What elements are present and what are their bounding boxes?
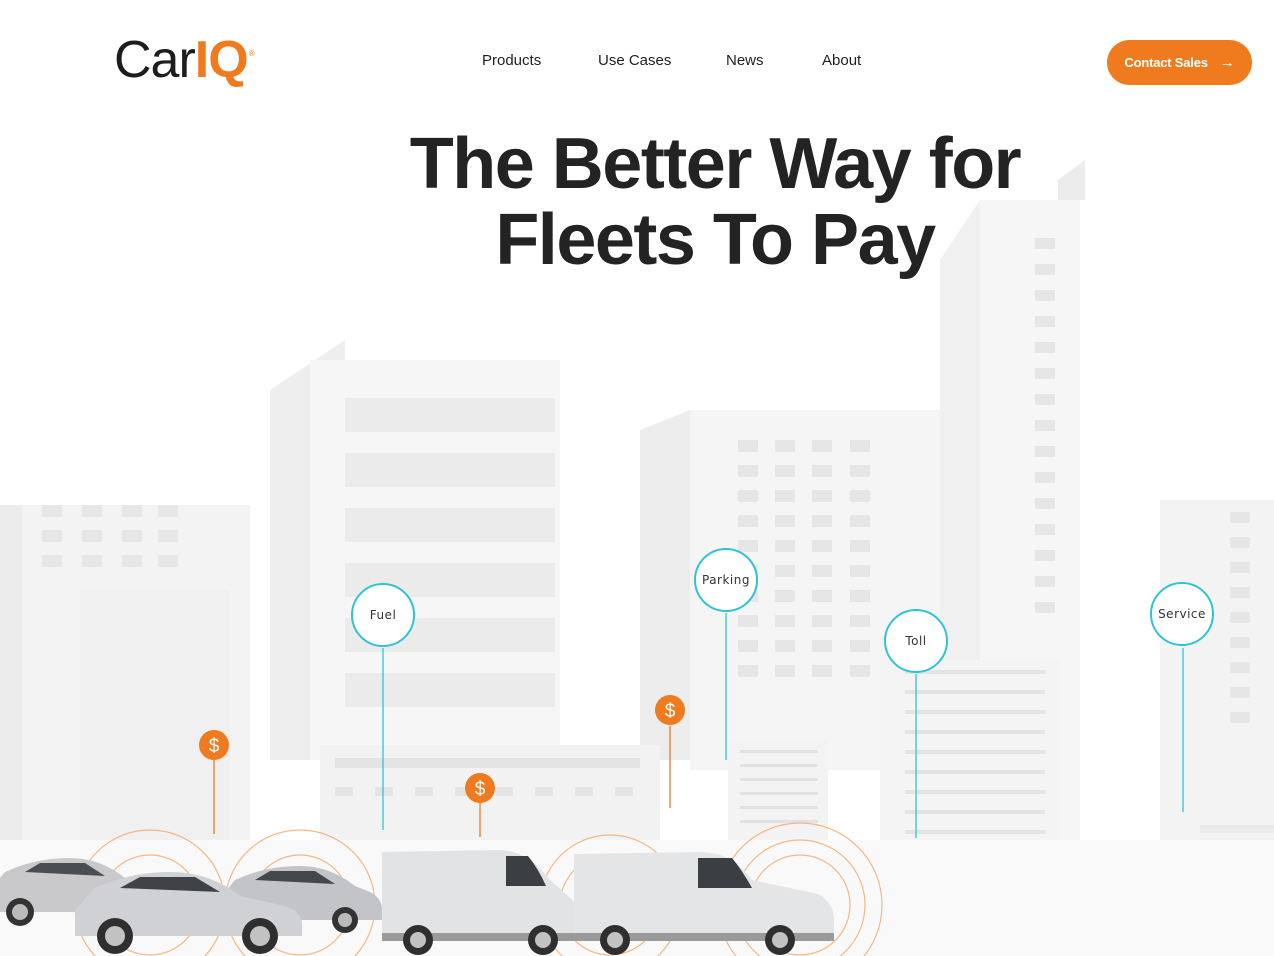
dollar-icon: $ bbox=[199, 730, 229, 760]
svg-text:$: $ bbox=[475, 779, 486, 800]
hero-title: The Better Way for Fleets To Pay bbox=[330, 126, 1100, 278]
nav-products[interactable]: Products bbox=[482, 52, 541, 69]
hero-title-line2: Fleets To Pay bbox=[495, 200, 936, 280]
bubble-label-parking: Parking bbox=[702, 573, 750, 587]
dollar-icon: $ bbox=[655, 695, 685, 725]
contact-sales-button[interactable]: Contact Sales → bbox=[1107, 40, 1252, 85]
bubble-label-fuel: Fuel bbox=[370, 608, 397, 622]
nav-news[interactable]: News bbox=[726, 52, 764, 69]
contact-sales-label: Contact Sales bbox=[1124, 55, 1208, 70]
payment-bubble-fuel: Fuel bbox=[351, 583, 415, 647]
logo-text-car: Car bbox=[114, 31, 196, 89]
nav-about[interactable]: About bbox=[822, 52, 861, 69]
trademark-symbol: ® bbox=[248, 49, 255, 58]
bubble-label-service: Service bbox=[1158, 607, 1206, 621]
nav-use-cases[interactable]: Use Cases bbox=[598, 52, 671, 69]
dollar-icon: $ bbox=[465, 773, 495, 803]
arrow-right-icon: → bbox=[1219, 54, 1235, 71]
bubble-label-toll: Toll bbox=[904, 634, 926, 648]
hero-title-line1: The Better Way for bbox=[409, 124, 1022, 204]
logo-text-iq: IQ bbox=[194, 31, 249, 89]
payment-bubble-service: Service bbox=[1150, 582, 1214, 646]
site-header: CarIQ ® Products Use Cases News About Con… bbox=[0, 0, 1274, 120]
payment-bubble-toll: Toll bbox=[884, 609, 948, 673]
svg-text:$: $ bbox=[209, 736, 220, 757]
carliq-logo[interactable]: CarIQ ® bbox=[114, 30, 255, 90]
svg-text:$: $ bbox=[665, 701, 676, 722]
payment-bubble-parking: Parking bbox=[694, 548, 758, 612]
